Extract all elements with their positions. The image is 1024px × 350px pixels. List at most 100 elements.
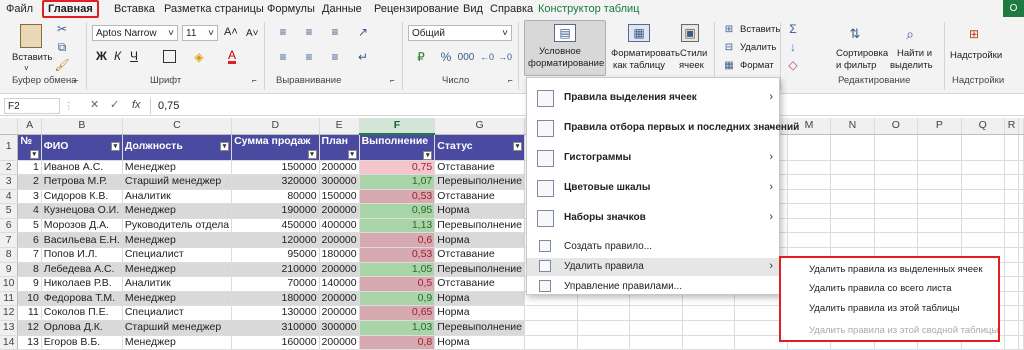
- submenu-item-1[interactable]: Удалить правила со всего листа: [809, 283, 952, 294]
- cell-plan[interactable]: 200000: [319, 305, 360, 322]
- empty-cell[interactable]: [1004, 320, 1019, 336]
- empty-cell[interactable]: [787, 232, 832, 249]
- empty-cell[interactable]: [961, 174, 1006, 190]
- cell-performance[interactable]: 0,75: [359, 160, 436, 176]
- fx-icon[interactable]: fx: [132, 100, 141, 111]
- menu-item-4[interactable]: Наборы значков ›: [527, 204, 779, 232]
- bold-icon[interactable]: Ж: [96, 50, 107, 62]
- empty-cell[interactable]: [629, 335, 683, 350]
- cell-status[interactable]: Отставание: [434, 189, 526, 205]
- cell-sales[interactable]: 80000: [231, 189, 320, 205]
- empty-cell[interactable]: [1004, 276, 1019, 292]
- alignment-dialog-icon[interactable]: ⌐: [390, 75, 395, 86]
- empty-cell[interactable]: [830, 160, 875, 176]
- empty-cell[interactable]: [577, 305, 631, 322]
- cell-sales[interactable]: 190000: [231, 203, 320, 219]
- empty-cell[interactable]: [787, 160, 832, 176]
- delete-cells-icon[interactable]: ⊟: [722, 41, 736, 53]
- align-center-icon[interactable]: ≡: [298, 50, 320, 64]
- cell-styles-line2[interactable]: ячеек: [679, 60, 704, 71]
- number-format-select[interactable]: Общий ˅: [408, 25, 512, 41]
- tab-formulas[interactable]: Формулы: [267, 2, 315, 17]
- empty-cell[interactable]: [1004, 203, 1019, 219]
- user-badge[interactable]: О: [1003, 0, 1024, 17]
- table-header-cell[interactable]: № ▾: [17, 134, 42, 161]
- cell-sales[interactable]: 160000: [231, 335, 320, 350]
- empty-cell[interactable]: [830, 174, 875, 190]
- table-header-cell[interactable]: Статус ▾: [434, 134, 526, 161]
- cell-status[interactable]: Перевыполнение: [434, 218, 526, 234]
- cell-sales[interactable]: 95000: [231, 247, 320, 263]
- empty-cell[interactable]: [629, 320, 683, 336]
- cell-position[interactable]: Менеджер: [122, 335, 233, 350]
- cell-performance[interactable]: 0,6: [359, 232, 436, 249]
- row-header[interactable]: 3: [0, 174, 19, 190]
- cut-icon[interactable]: ✂: [55, 22, 69, 36]
- cell-name[interactable]: Федорова Т.М.: [41, 291, 123, 307]
- cell-status[interactable]: Перевыполнение: [434, 174, 526, 190]
- cell-plan[interactable]: 200000: [319, 160, 360, 176]
- cell-number[interactable]: 8: [17, 262, 42, 278]
- empty-cell[interactable]: [917, 160, 962, 176]
- format-as-table-line1[interactable]: Форматировать: [611, 48, 680, 59]
- table-header-cell[interactable]: ФИО ▾: [41, 134, 123, 161]
- cell-number[interactable]: 3: [17, 189, 42, 205]
- cell-position[interactable]: Специалист: [122, 305, 233, 322]
- cell-plan[interactable]: 200000: [319, 232, 360, 249]
- formula-input[interactable]: 0,75: [158, 101, 179, 112]
- cell-number[interactable]: 7: [17, 247, 42, 263]
- cell-sales[interactable]: 450000: [231, 218, 320, 234]
- cell-number[interactable]: 6: [17, 232, 42, 249]
- empty-cell[interactable]: [917, 218, 962, 234]
- cell-position[interactable]: Аналитик: [122, 189, 233, 205]
- cell-status[interactable]: Норма: [434, 335, 526, 350]
- format-as-table-line2[interactable]: как таблицу: [613, 60, 665, 71]
- align-right-icon[interactable]: ≡: [324, 50, 346, 64]
- find-select-line2[interactable]: выделить: [890, 60, 933, 71]
- row-header[interactable]: 13: [0, 320, 19, 336]
- orientation-icon[interactable]: ↗: [352, 25, 374, 39]
- row-header[interactable]: 11: [0, 291, 19, 307]
- empty-cell[interactable]: [629, 305, 683, 322]
- font-dialog-icon[interactable]: ⌐: [252, 75, 257, 86]
- cell-plan[interactable]: 300000: [319, 320, 360, 336]
- cell-status[interactable]: Перевыполнение: [434, 262, 526, 278]
- submenu-item-0[interactable]: Удалить правила из выделенных ячеек: [809, 264, 982, 275]
- empty-cell[interactable]: [917, 189, 962, 205]
- row-header[interactable]: 12: [0, 305, 19, 322]
- empty-cell[interactable]: [524, 320, 578, 336]
- empty-cell[interactable]: [830, 232, 875, 249]
- cell-number[interactable]: 12: [17, 320, 42, 336]
- column-header-d[interactable]: D: [231, 118, 320, 135]
- cell-sales[interactable]: 320000: [231, 174, 320, 190]
- filter-dropdown-icon[interactable]: ▾: [423, 150, 433, 159]
- empty-cell[interactable]: [961, 189, 1006, 205]
- grow-font-icon[interactable]: A˄: [224, 27, 238, 38]
- empty-cell[interactable]: [577, 320, 631, 336]
- cell-status[interactable]: Норма: [434, 291, 526, 307]
- row-header[interactable]: 7: [0, 232, 19, 249]
- empty-cell[interactable]: [787, 174, 832, 190]
- empty-cell[interactable]: [961, 218, 1006, 234]
- wrap-text-icon[interactable]: ↵: [352, 50, 374, 64]
- column-header-f[interactable]: F: [359, 118, 436, 135]
- addins-button[interactable]: Надстройки: [950, 50, 1002, 61]
- empty-cell[interactable]: [682, 305, 736, 322]
- row-header[interactable]: 2: [0, 160, 19, 176]
- cell-plan[interactable]: 200000: [319, 291, 360, 307]
- cell-position[interactable]: Специалист: [122, 247, 233, 263]
- cancel-icon[interactable]: ✕: [90, 100, 99, 111]
- menu-item-6[interactable]: Удалить правила ›: [527, 258, 779, 276]
- menu-item-0[interactable]: Правила выделения ячеек ›: [527, 84, 779, 112]
- decrease-decimal-icon[interactable]: →0: [498, 49, 512, 65]
- font-color-icon[interactable]: A: [228, 49, 237, 64]
- cell-performance[interactable]: 1,13: [359, 218, 436, 234]
- find-select-line1[interactable]: Найти и: [897, 48, 932, 59]
- table-header-cell[interactable]: Должность ▾: [122, 134, 233, 161]
- cell-name[interactable]: Петрова М.Р.: [41, 174, 123, 190]
- cell-performance[interactable]: 0,53: [359, 189, 436, 205]
- empty-cell[interactable]: [961, 160, 1006, 176]
- italic-icon[interactable]: К: [114, 50, 121, 62]
- empty-cell[interactable]: [874, 203, 919, 219]
- empty-cell[interactable]: [1004, 218, 1019, 234]
